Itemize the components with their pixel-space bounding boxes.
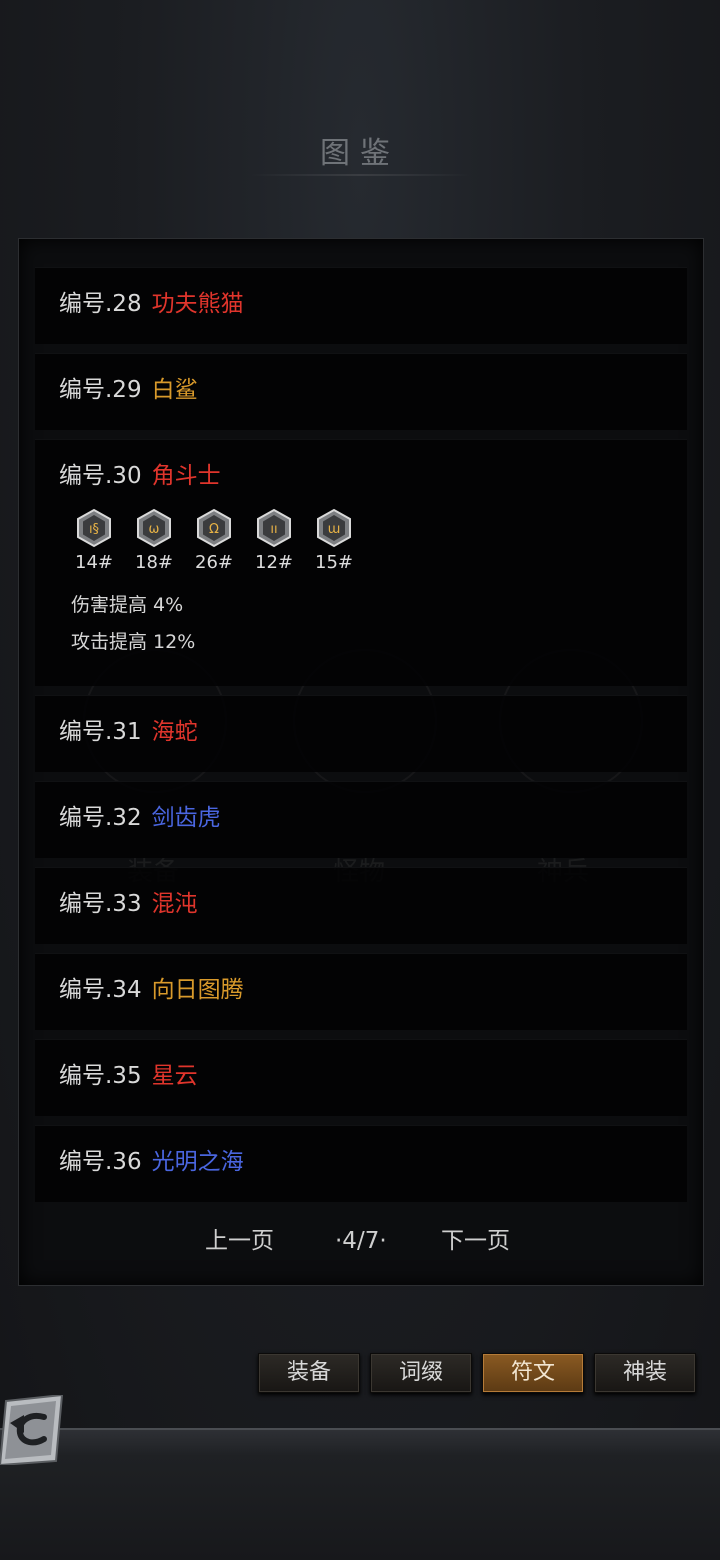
entry-number: 编号.36: [59, 1149, 142, 1175]
rune-label: 14#: [75, 552, 113, 573]
bonus-line: 伤害提高 4%: [71, 594, 184, 616]
tab-runes[interactable]: 符文: [482, 1353, 584, 1393]
codex-panel: 装备 怪物 神兵 编号.28功夫熊猫 编号.29白鲨 编号.30角斗士 ı§ 1…: [18, 238, 704, 1286]
svg-text:ı§: ı§: [89, 522, 99, 537]
next-page-button[interactable]: 下一页: [441, 1221, 510, 1261]
rune-label: 15#: [315, 552, 353, 573]
prev-page-button[interactable]: 上一页: [205, 1221, 274, 1261]
codex-entry-28[interactable]: 编号.28 功夫熊猫: [35, 267, 687, 344]
entry-number: 编号.32: [59, 805, 142, 831]
entry-name: 剑齿虎: [151, 805, 221, 831]
rune-18-icon: ω: [137, 508, 171, 548]
rune-item[interactable]: ı§ 14#: [69, 508, 119, 573]
rune-15-icon: ɯ: [317, 508, 351, 548]
rune-label: 12#: [255, 552, 293, 573]
entry-name: 混沌: [151, 891, 198, 917]
codex-entry-31[interactable]: 编号.31 海蛇: [35, 695, 687, 772]
rune-12-icon: ıı: [257, 508, 291, 548]
rune-label: 18#: [135, 552, 173, 573]
entry-name: 角斗士: [151, 463, 221, 489]
entry-number: 编号.30: [59, 463, 142, 489]
codex-entry-35[interactable]: 编号.35 星云: [35, 1039, 687, 1116]
svg-text:ɯ: ɯ: [328, 522, 341, 537]
tab-divine-gear[interactable]: 神装: [594, 1353, 696, 1393]
codex-entry-33[interactable]: 编号.33 混沌: [35, 867, 687, 944]
bottom-bar: [0, 1428, 720, 1560]
rune-item[interactable]: Ω 26#: [189, 508, 239, 573]
entry-number: 编号.33: [59, 891, 142, 917]
title-divider: [250, 174, 470, 176]
svg-text:Ω: Ω: [209, 522, 219, 537]
svg-text:ıı: ıı: [270, 522, 277, 537]
codex-entry-29[interactable]: 编号.29 白鲨: [35, 353, 687, 430]
rune-26-icon: Ω: [197, 508, 231, 548]
page-title: 图鉴: [320, 136, 400, 171]
entry-name: 光明之海: [151, 1149, 244, 1175]
entry-name: 向日图腾: [151, 977, 244, 1003]
codex-entry-32[interactable]: 编号.32 剑齿虎: [35, 781, 687, 858]
entry-number: 编号.28: [59, 291, 142, 317]
rune-item[interactable]: ɯ 15#: [309, 508, 359, 573]
entry-number: 编号.29: [59, 377, 142, 403]
rune-label: 26#: [195, 552, 233, 573]
rune-item[interactable]: ω 18#: [129, 508, 179, 573]
entry-name: 星云: [151, 1063, 198, 1089]
entry-name: 白鲨: [151, 377, 198, 403]
tab-equipment[interactable]: 装备: [258, 1353, 360, 1393]
back-button[interactable]: [0, 1393, 66, 1467]
codex-entry-34[interactable]: 编号.34 向日图腾: [35, 953, 687, 1030]
tab-affix[interactable]: 词缀: [370, 1353, 472, 1393]
rune-item[interactable]: ıı 12#: [249, 508, 299, 573]
svg-text:ω: ω: [149, 522, 160, 537]
back-arrow-icon: [0, 1393, 64, 1467]
entry-number: 编号.34: [59, 977, 142, 1003]
entry-number: 编号.31: [59, 719, 142, 745]
entry-name: 海蛇: [151, 719, 198, 745]
codex-entry-36[interactable]: 编号.36 光明之海: [35, 1125, 687, 1202]
entry-name: 功夫熊猫: [151, 291, 244, 317]
rune-14-icon: ı§: [77, 508, 111, 548]
entry-number: 编号.35: [59, 1063, 142, 1089]
codex-entry-30[interactable]: 编号.30 角斗士 ı§ 14# ω 18# Ω 26# ıı 12# ɯ 15…: [35, 439, 687, 686]
bonus-line: 攻击提高 12%: [71, 631, 196, 653]
page-indicator: ·4/7·: [335, 1228, 387, 1254]
